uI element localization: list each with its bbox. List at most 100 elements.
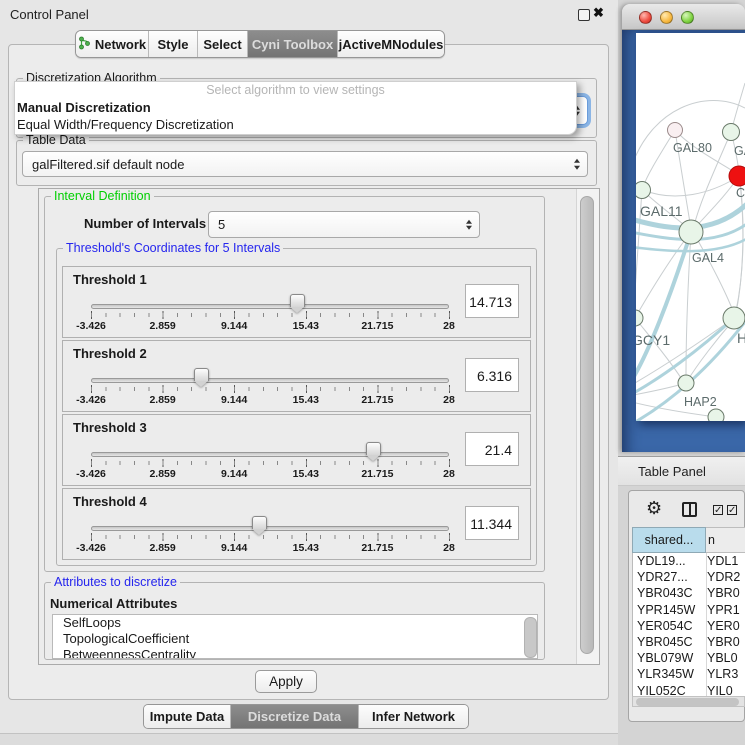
bottom-tab-bar: Impute Data Discretize Data Infer Networ… (143, 704, 469, 729)
table-cell-name[interactable]: YPR1 (707, 602, 745, 618)
threshold-slider-track[interactable] (91, 304, 449, 309)
threshold-label: Threshold 2 (73, 346, 147, 361)
horizontal-scrollbar-thumb[interactable] (636, 698, 739, 706)
tick-label: 2.859 (149, 320, 175, 332)
tab-cyni-toolbox[interactable]: Cyni Toolbox (248, 31, 338, 57)
list-item[interactable]: SelfLoops (53, 615, 537, 631)
checkbox-icon[interactable]: ✓ (713, 505, 723, 515)
gear-icon[interactable]: ⚙ (646, 499, 662, 517)
table-cell-shared-name[interactable]: YBR045C (637, 634, 705, 650)
tab-jactivemnodules[interactable]: jActiveMNodules (338, 31, 444, 57)
attributes-list-scrollbar-thumb[interactable] (524, 617, 537, 658)
zoom-traffic-light[interactable] (681, 11, 694, 24)
table-row[interactable]: YBR043C YBR0 (632, 585, 745, 601)
tab-infer-network[interactable]: Infer Network (359, 705, 468, 728)
threshold-slider-track[interactable] (91, 452, 449, 457)
close-icon[interactable]: ✖ (593, 5, 604, 21)
table-cell-name[interactable]: YDR2 (707, 569, 745, 585)
number-of-intervals-combobox[interactable]: 5 (208, 211, 480, 238)
table-row[interactable]: YDL19... YDL1 (632, 553, 745, 569)
table-cell-shared-name[interactable]: YER054C (637, 618, 705, 634)
tab-network[interactable]: Network (76, 31, 149, 57)
tick-label: 9.144 (221, 320, 247, 332)
split-columns-icon[interactable] (682, 502, 697, 517)
close-traffic-light[interactable] (639, 11, 652, 24)
apply-button[interactable]: Apply (255, 670, 317, 693)
table-cell-name[interactable]: YLR3 (707, 666, 745, 682)
threshold-value-field[interactable]: 11.344 (465, 506, 519, 540)
checkbox-icon[interactable]: ✓ (727, 505, 737, 515)
float-window-icon[interactable] (578, 9, 590, 21)
column-header-name[interactable]: n (706, 527, 745, 553)
node-gcy1[interactable] (636, 310, 643, 326)
tick-label: 28 (443, 468, 455, 480)
table-cell-name[interactable]: YER0 (707, 618, 745, 634)
threshold-slider-handle[interactable] (366, 442, 381, 455)
node-hap2[interactable] (678, 375, 694, 391)
bottom-strip (0, 733, 618, 745)
tab-label: jActiveMNodules (339, 37, 444, 52)
threshold-slider-handle[interactable] (290, 294, 305, 307)
table-cell-name[interactable]: YBR0 (707, 634, 745, 650)
list-item[interactable]: TopologicalCoefficient (53, 631, 537, 647)
tick-label: 15.43 (293, 320, 319, 332)
table-row[interactable]: YER054C YER0 (632, 618, 745, 634)
network-icon (78, 36, 90, 53)
network-window-titlebar[interactable] (622, 4, 745, 30)
panel-title: Control Panel (10, 7, 89, 22)
node-label: GAL4 (692, 251, 724, 265)
threshold-value-field[interactable]: 21.4 (465, 432, 519, 466)
tab-select[interactable]: Select (198, 31, 248, 57)
table-cell-shared-name[interactable]: YDL19... (637, 553, 705, 569)
threshold-value-field[interactable]: 6.316 (465, 358, 519, 392)
node-right[interactable] (723, 307, 745, 329)
node-top-right[interactable] (723, 124, 740, 141)
table-row[interactable]: YLR345W YLR3 (632, 666, 745, 682)
node-label: C (736, 186, 745, 200)
tick-label: 15.43 (293, 468, 319, 480)
threshold-slider-track[interactable] (91, 378, 449, 383)
node-bottom[interactable] (708, 409, 724, 421)
network-graph: GAL80 GA C GAL11 GAL4 GCY1 H HAP2 (636, 33, 745, 421)
table-row[interactable]: YBR045C YBR0 (632, 634, 745, 650)
table-cell-shared-name[interactable]: YDR27... (637, 569, 705, 585)
table-row[interactable]: YPR145W YPR1 (632, 602, 745, 618)
table-cell-name[interactable]: YBL0 (707, 650, 745, 666)
table-row[interactable]: YBL079W YBL0 (632, 650, 745, 666)
tick-label: 9.144 (221, 394, 247, 406)
network-view-window: GAL80 GA C GAL11 GAL4 GCY1 H HAP2 (622, 4, 745, 452)
combo-stepper-icon (574, 159, 580, 170)
dropdown-item-manual-discretization[interactable]: Manual Discretization (15, 99, 576, 116)
group-title: Interval Definition (51, 189, 154, 203)
threshold-value-field[interactable]: 14.713 (465, 284, 519, 318)
threshold-slider-handle[interactable] (194, 368, 209, 381)
tab-style[interactable]: Style (149, 31, 198, 57)
threshold-panel: Threshold 3 -3.426 2.859 9.144 15.43 21.… (62, 414, 531, 486)
node-label: GAL80 (673, 141, 712, 155)
table-cell-name[interactable]: YBR0 (707, 585, 745, 601)
threshold-slider-handle[interactable] (252, 516, 267, 529)
network-canvas[interactable]: GAL80 GA C GAL11 GAL4 GCY1 H HAP2 (636, 33, 745, 421)
table-cell-name[interactable]: YDL1 (707, 553, 745, 569)
column-header-shared-name[interactable]: shared... (632, 527, 706, 553)
algorithm-dropdown-popup: Select algorithm to view settings Manual… (14, 81, 577, 135)
node-selected-red[interactable] (729, 166, 745, 186)
node-gal4[interactable] (679, 220, 703, 244)
threshold-slider-track[interactable] (91, 526, 449, 531)
dropdown-item-equal-width-frequency[interactable]: Equal Width/Frequency Discretization (15, 116, 576, 133)
table-cell-shared-name[interactable]: YLR345W (637, 666, 705, 682)
table-data-combobox[interactable]: galFiltered.sif default node (22, 151, 588, 177)
table-row[interactable]: YDR27... YDR2 (632, 569, 745, 585)
tick-label: -3.426 (76, 394, 106, 406)
numerical-attributes-list[interactable]: SelfLoops TopologicalCoefficient Between… (52, 614, 538, 659)
table-cell-shared-name[interactable]: YBL079W (637, 650, 705, 666)
vertical-scrollbar-thumb[interactable] (580, 196, 594, 654)
list-item[interactable]: BetweennessCentrality (53, 647, 537, 659)
node-gal11[interactable] (636, 182, 651, 199)
minimize-traffic-light[interactable] (660, 11, 673, 24)
tab-discretize-data[interactable]: Discretize Data (231, 705, 359, 728)
table-cell-shared-name[interactable]: YPR145W (637, 602, 705, 618)
tab-impute-data[interactable]: Impute Data (144, 705, 231, 728)
node-gal80[interactable] (668, 123, 683, 138)
table-cell-shared-name[interactable]: YBR043C (637, 585, 705, 601)
